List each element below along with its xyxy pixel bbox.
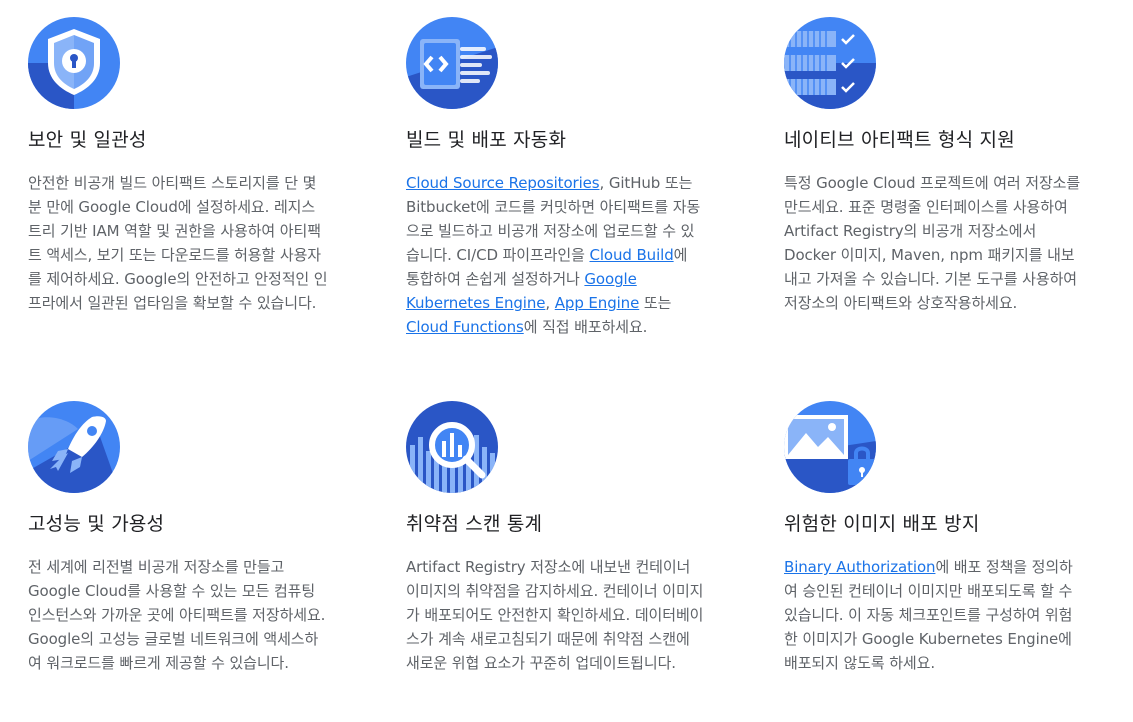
feature-title: 빌드 및 배포 자동화 — [406, 129, 567, 151]
feature-title: 네이티브 아티팩트 형식 지원 — [784, 129, 1015, 151]
link-binary-authorization[interactable]: Binary Authorization — [784, 558, 936, 576]
feature-build-automation: 빌드 및 배포 자동화 Cloud Source Repositories, G… — [406, 17, 716, 336]
description-text: , — [545, 294, 555, 312]
link-cloud-source-repositories[interactable]: Cloud Source Repositories — [406, 174, 600, 192]
feature-description: 전 세계에 리전별 비공개 저장소를 만들고 Google Cloud를 사용할… — [28, 558, 326, 672]
server-checklist-icon — [784, 17, 876, 109]
feature-title: 보안 및 일관성 — [28, 129, 147, 151]
feature-description: Binary Authorization에 배포 정책을 정의하여 승인된 컨테… — [784, 555, 1084, 675]
feature-description: 특정 Google Cloud 프로젝트에 여러 저장소를 만드세요. 표준 명… — [784, 174, 1081, 312]
shield-lock-icon — [28, 17, 120, 109]
feature-title: 취약점 스캔 통계 — [406, 513, 543, 535]
description-text: 또는 — [639, 294, 672, 312]
feature-title: 위험한 이미지 배포 방지 — [784, 513, 980, 535]
feature-native-formats: 네이티브 아티팩트 형식 지원 특정 Google Cloud 프로젝트에 여러… — [784, 17, 1094, 312]
feature-description: Artifact Registry 저장소에 내보낸 컨테이너 이미지의 취약점… — [406, 558, 704, 672]
feature-security: 보안 및 일관성 안전한 비공개 빌드 아티팩트 스토리지를 단 몇 분 만에 … — [28, 17, 338, 312]
image-lock-icon — [784, 401, 876, 493]
feature-description: 안전한 비공개 빌드 아티팩트 스토리지를 단 몇 분 만에 Google Cl… — [28, 174, 328, 312]
feature-description: Cloud Source Repositories, GitHub 또는 Bit… — [406, 171, 704, 339]
feature-title: 고성능 및 가용성 — [28, 513, 165, 535]
feature-deployment-protection: 위험한 이미지 배포 방지 Binary Authorization에 배포 정… — [784, 401, 1094, 672]
description-text: 에 직접 배포하세요. — [523, 318, 648, 336]
feature-vulnerability-scan: 취약점 스캔 통계 Artifact Registry 저장소에 내보낸 컨테이… — [406, 401, 716, 672]
feature-performance: 고성능 및 가용성 전 세계에 리전별 비공개 저장소를 만들고 Google … — [28, 401, 338, 672]
code-build-icon — [406, 17, 498, 109]
rocket-icon — [28, 401, 120, 493]
scan-magnifier-icon — [406, 401, 498, 493]
link-cloud-build[interactable]: Cloud Build — [589, 246, 673, 264]
link-cloud-functions[interactable]: Cloud Functions — [406, 318, 524, 336]
link-app-engine[interactable]: App Engine — [555, 294, 640, 312]
